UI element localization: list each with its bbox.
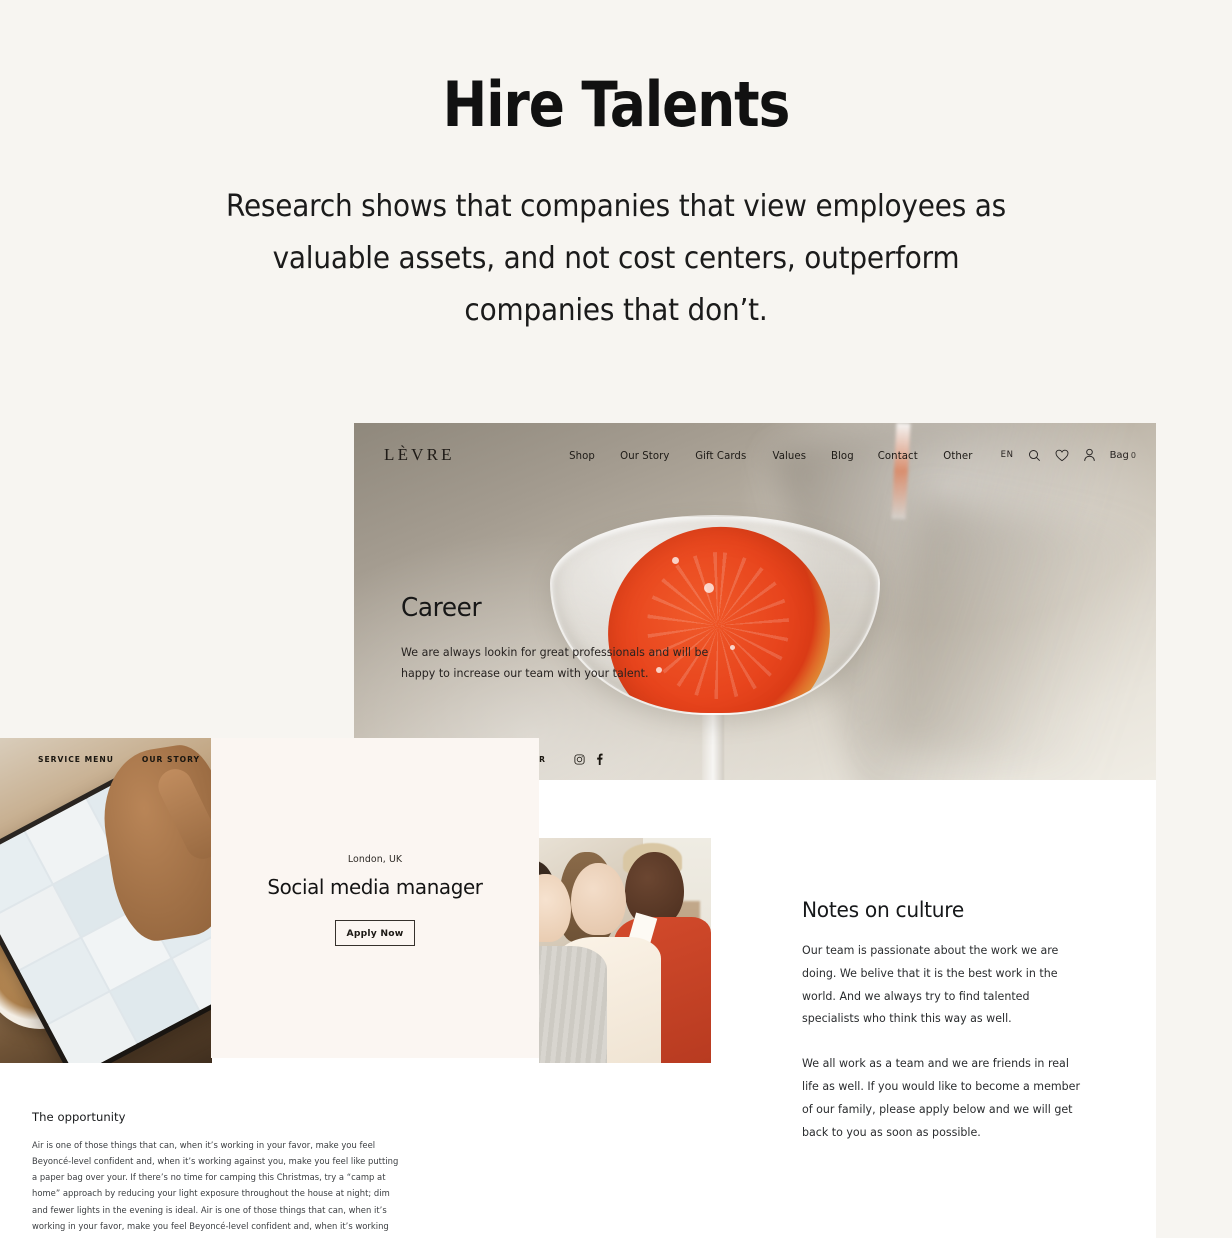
hero-nav-links: Shop Our Story Gift Cards Values Blog Co… xyxy=(568,449,974,462)
notes-paragraph-2: We all work as a team and we are friends… xyxy=(802,1056,1080,1139)
apply-now-button[interactable]: Apply Now xyxy=(335,920,415,946)
hero-shadow-right xyxy=(881,499,1156,780)
user-icon[interactable] xyxy=(1083,448,1096,462)
person-1-grey-sweater xyxy=(531,946,607,1063)
heart-icon[interactable] xyxy=(1055,449,1069,462)
bubble-speck xyxy=(704,583,714,593)
page-subtitle: Research shows that companies that view … xyxy=(225,189,1007,329)
phone-food-photo xyxy=(0,738,212,1063)
person-2-head xyxy=(570,862,627,935)
job-nav-our-story[interactable]: OUR STORY xyxy=(142,755,200,764)
nav-link-values[interactable]: Values xyxy=(772,449,806,462)
notes-on-culture-section: Notes on culture Our team is passionate … xyxy=(802,898,1094,1144)
nav-link-our-story[interactable]: Our Story xyxy=(620,449,669,462)
social-links xyxy=(574,753,603,765)
job-nav-service-menu[interactable]: SERVICE MENU xyxy=(38,755,114,764)
team-photo xyxy=(531,838,711,1063)
job-posting-card: London, UK Social media manager Apply No… xyxy=(211,738,539,1058)
nav-link-blog[interactable]: Blog xyxy=(831,449,854,462)
hero-title: Career xyxy=(401,593,482,623)
career-hero-mockup: LÈVRE Shop Our Story Gift Cards Values B… xyxy=(354,423,1156,780)
notes-heading: Notes on culture xyxy=(802,898,964,922)
instagram-icon[interactable] xyxy=(574,753,585,765)
facebook-icon[interactable] xyxy=(596,753,603,765)
job-title: Social media manager xyxy=(267,875,483,899)
bag-button[interactable]: Bag 0 xyxy=(1110,450,1136,461)
job-location: London, UK xyxy=(347,854,403,865)
opportunity-heading: The opportunity xyxy=(32,1110,126,1124)
nav-link-shop[interactable]: Shop xyxy=(569,449,595,462)
nav-link-contact[interactable]: Contact xyxy=(878,449,918,462)
hero-navbar: LÈVRE Shop Our Story Gift Cards Values B… xyxy=(354,440,1156,470)
bubble-speck xyxy=(672,557,679,564)
hero-subtitle: We are always lookin for great professio… xyxy=(401,645,709,681)
search-icon[interactable] xyxy=(1028,449,1041,462)
hero-copy-block: Career We are always lookin for great pr… xyxy=(401,593,751,685)
language-selector[interactable]: EN xyxy=(1001,450,1014,460)
page-title: Hire Talents xyxy=(442,68,791,141)
nav-link-other[interactable]: Other xyxy=(943,449,972,462)
hero-action-group: EN Bag 0 xyxy=(1001,448,1136,462)
bag-count: 0 xyxy=(1130,450,1136,460)
bag-label-text: Bag xyxy=(1109,449,1129,461)
opportunity-section: The opportunity Air is one of those thin… xyxy=(32,1110,402,1238)
brand-logo[interactable]: LÈVRE xyxy=(384,445,455,465)
headline-section: Hire Talents Research shows that compani… xyxy=(0,0,1232,338)
opportunity-body: Air is one of those things that can, whe… xyxy=(32,1140,399,1238)
page-root: Hire Talents Research shows that compani… xyxy=(0,0,1232,1238)
notes-paragraph-1: Our team is passionate about the work we… xyxy=(802,943,1059,1026)
person-3-head xyxy=(624,851,684,926)
nav-link-gift-cards[interactable]: Gift Cards xyxy=(696,449,747,462)
